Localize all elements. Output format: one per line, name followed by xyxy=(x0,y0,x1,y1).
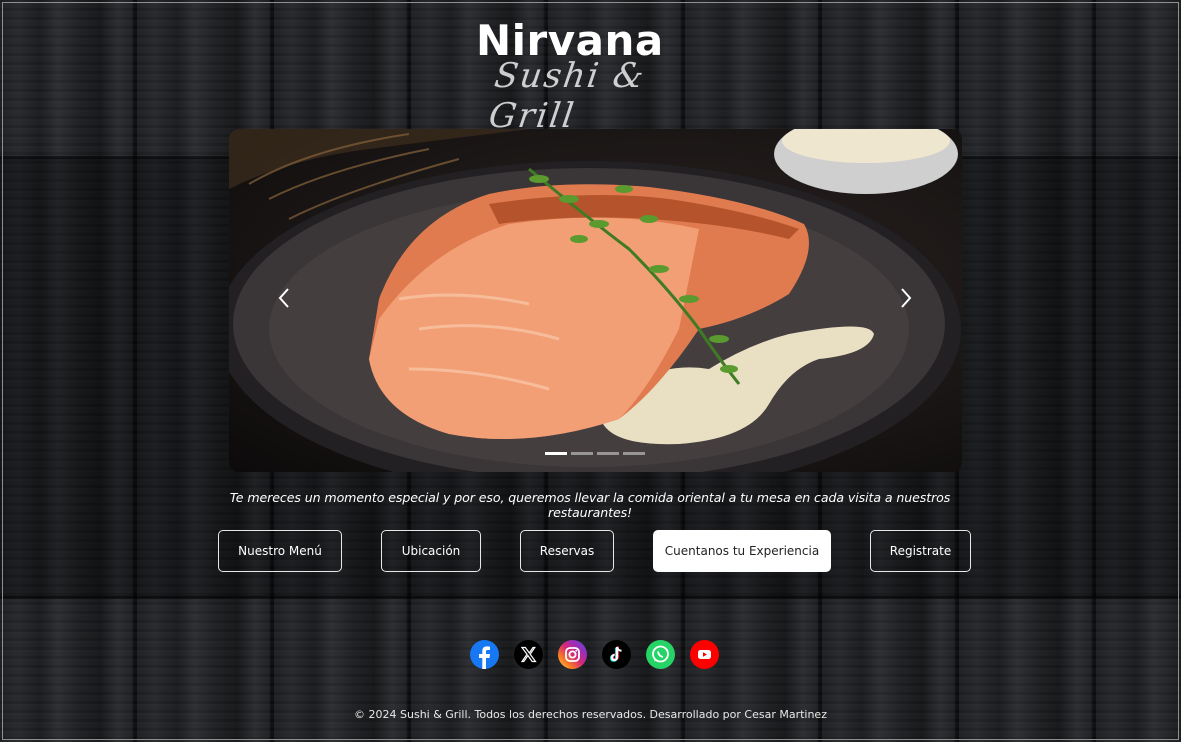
chevron-right-icon xyxy=(901,288,912,308)
carousel-prev-button[interactable] xyxy=(270,276,298,320)
brand-subtitle: Sushi & Grill xyxy=(486,56,649,136)
experience-button[interactable]: Cuentanos tu Experiencia xyxy=(653,530,831,572)
x-icon[interactable] xyxy=(514,640,543,669)
chevron-left-icon xyxy=(278,288,289,308)
slide-image xyxy=(229,129,961,472)
carousel-indicator[interactable] xyxy=(597,452,619,455)
tiktok-icon[interactable] xyxy=(602,640,631,669)
youtube-icon[interactable] xyxy=(690,640,719,669)
register-button[interactable]: Registrate xyxy=(870,530,971,572)
carousel-next-button[interactable] xyxy=(892,276,920,320)
location-button[interactable]: Ubicación xyxy=(381,530,481,572)
footer-copyright: © 2024 Sushi & Grill. Todos los derechos… xyxy=(354,708,827,721)
reservations-button[interactable]: Reservas xyxy=(520,530,614,572)
carousel-indicator[interactable] xyxy=(623,452,645,455)
whatsapp-icon[interactable] xyxy=(646,640,675,669)
carousel-indicator[interactable] xyxy=(545,452,567,455)
tagline: Te mereces un momento especial y por eso… xyxy=(229,490,951,520)
instagram-icon[interactable] xyxy=(558,640,587,669)
facebook-icon[interactable] xyxy=(470,640,499,669)
brand-logo[interactable]: Nirvana Sushi & Grill xyxy=(470,16,730,136)
carousel-indicators xyxy=(545,452,645,455)
menu-button[interactable]: Nuestro Menú xyxy=(218,530,342,572)
carousel-indicator[interactable] xyxy=(571,452,593,455)
image-carousel xyxy=(229,129,962,472)
social-links xyxy=(470,640,719,669)
